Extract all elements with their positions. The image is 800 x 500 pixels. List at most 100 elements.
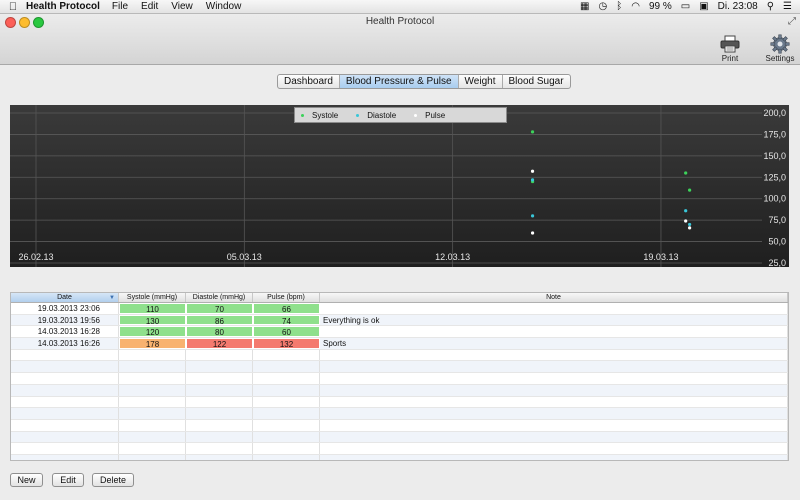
empty-cell	[11, 419, 119, 431]
table-header: Date ▼ Systole (mmHg) Diastole (mmHg) Pu…	[11, 293, 788, 303]
spotlight-icon[interactable]: ⚲	[767, 1, 774, 12]
empty-cell	[320, 361, 788, 373]
empty-cell	[186, 419, 253, 431]
new-button[interactable]: New	[10, 473, 43, 487]
column-header-diastole[interactable]: Diastole (mmHg)	[186, 293, 253, 302]
empty-table-row	[11, 373, 788, 385]
fullscreen-icon[interactable]: ⤢	[788, 16, 796, 27]
legend-diastole: Diastole	[356, 111, 396, 120]
empty-cell	[253, 349, 320, 361]
y-tick-label: 150,0	[763, 151, 786, 161]
legend-diastole-label: Diastole	[367, 110, 397, 120]
empty-table-row	[11, 419, 788, 432]
battery-icon[interactable]: ▭	[681, 1, 690, 12]
empty-cell	[186, 443, 253, 454]
empty-table-row	[11, 384, 788, 397]
empty-cell	[119, 419, 186, 431]
input-source-icon[interactable]: ▣	[699, 1, 708, 12]
tab-blood-sugar[interactable]: Blood Sugar	[503, 75, 570, 88]
empty-cell	[186, 431, 253, 443]
tab-dashboard[interactable]: Dashboard	[278, 75, 340, 88]
empty-table-row	[11, 408, 788, 420]
menu-file[interactable]: File	[112, 1, 128, 12]
cell-systole: 130	[119, 314, 186, 326]
empty-cell	[253, 384, 320, 396]
data-point-pulse	[530, 231, 535, 235]
empty-cell	[186, 349, 253, 361]
menu-edit[interactable]: Edit	[141, 1, 158, 12]
column-header-date-label: Date	[57, 294, 72, 301]
cell-pulse: 74	[253, 314, 320, 326]
empty-cell	[253, 419, 320, 431]
empty-cell	[253, 443, 320, 454]
table-row[interactable]: 14.03.2013 16:26 178 122 132 Sports	[11, 338, 788, 350]
empty-cell	[11, 349, 119, 361]
print-button[interactable]: Print	[710, 34, 750, 63]
empty-cell	[253, 408, 320, 419]
table-row[interactable]: 19.03.2013 23:06 110 70 66	[11, 303, 788, 315]
empty-cell	[186, 396, 253, 408]
empty-table-row	[11, 361, 788, 374]
table-row[interactable]: 19.03.2013 19:56 130 86 74 Everything is ok	[11, 314, 788, 327]
cell-note: Everything is ok	[320, 314, 788, 326]
empty-cell	[119, 349, 186, 361]
menu-view[interactable]: View	[171, 1, 193, 12]
empty-cell	[119, 361, 186, 373]
menu-window[interactable]: Window	[206, 1, 242, 12]
legend-pulse: Pulse	[414, 111, 445, 120]
menubar-clock[interactable]: Di. 23:08	[718, 1, 758, 12]
gear-icon	[760, 34, 800, 53]
empty-cell	[320, 443, 788, 454]
cell-date: 14.03.2013 16:28	[11, 326, 119, 338]
empty-cell	[253, 396, 320, 408]
settings-button[interactable]: Settings	[760, 34, 800, 63]
cell-diastole: 86	[186, 314, 253, 326]
tab-weight[interactable]: Weight	[459, 75, 503, 88]
empty-cell	[320, 373, 788, 384]
tab-blood-pressure-pulse[interactable]: Blood Pressure & Pulse	[339, 75, 459, 88]
notification-center-icon[interactable]: ☰	[783, 1, 792, 12]
empty-cell	[11, 373, 119, 384]
bluetooth-icon[interactable]: ᛒ	[616, 1, 622, 12]
edit-button[interactable]: Edit	[52, 473, 84, 487]
cell-note	[320, 303, 788, 314]
empty-cell	[253, 361, 320, 373]
data-point-pulse	[688, 226, 692, 230]
empty-cell	[253, 431, 320, 443]
column-header-systole[interactable]: Systole (mmHg)	[119, 293, 186, 302]
y-tick-label: 100,0	[763, 194, 786, 204]
cell-systole: 120	[119, 326, 186, 337]
column-header-note[interactable]: Note	[320, 293, 788, 302]
apple-icon[interactable]: 	[0, 1, 26, 13]
status-area: ▦ ◷ ᛒ ◠ 99 % ▭ ▣ Di. 23:08 ⚲ ☰	[580, 1, 800, 12]
blood-pressure-chart: 200,0 175,0 150,0 125,0 100,0 75,0 50,0 25,0 26.…	[10, 105, 789, 267]
menu-app-name[interactable]: Health Protocol	[26, 1, 100, 12]
x-tick-label: 19.03.13	[643, 252, 678, 262]
legend-diastole-marker	[356, 113, 360, 117]
empty-table-row	[11, 431, 788, 444]
y-tick-label: 75,0	[768, 215, 786, 225]
app-window: Health Protocol ⤢ Print Settings Dashboa…	[0, 14, 800, 500]
empty-cell	[320, 408, 788, 419]
legend-systole-marker	[301, 113, 304, 117]
legend-pulse-label: Pulse	[425, 110, 446, 120]
print-label: Print	[721, 54, 739, 63]
sort-descending-icon: ▼	[109, 295, 115, 301]
table-row[interactable]: 14.03.2013 16:28 120 80 60	[11, 326, 788, 339]
delete-button[interactable]: Delete	[92, 473, 134, 487]
window-title: Health Protocol	[365, 16, 435, 27]
empty-cell	[119, 373, 186, 384]
menu-bar:  Health Protocol File Edit View Window …	[0, 0, 800, 14]
time-machine-icon[interactable]: ◷	[599, 1, 608, 12]
measurements-table: Date ▼ Systole (mmHg) Diastole (mmHg) Pu…	[10, 292, 789, 461]
wifi-icon[interactable]: ◠	[631, 1, 640, 12]
y-tick-label: 175,0	[763, 129, 786, 139]
chart-legend: Systole Diastole Pulse	[294, 107, 507, 123]
battery-percent[interactable]: 99 %	[649, 1, 672, 12]
cell-date: 19.03.2013 23:06	[11, 303, 119, 314]
column-header-pulse[interactable]: Pulse (bpm)	[253, 293, 320, 302]
app-status-icon[interactable]: ▦	[580, 1, 589, 12]
data-point-systole	[530, 130, 535, 134]
column-header-date[interactable]: Date ▼	[11, 293, 119, 302]
empty-cell	[119, 396, 186, 408]
